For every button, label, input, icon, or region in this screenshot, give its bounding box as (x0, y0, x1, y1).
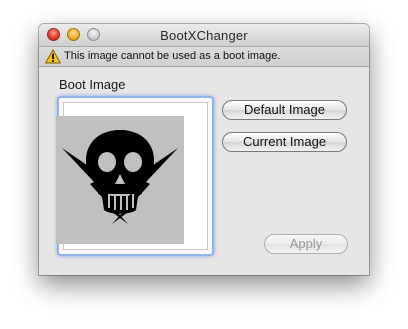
current-image-button[interactable]: Current Image (222, 132, 347, 152)
default-image-button[interactable]: Default Image (222, 100, 347, 120)
warning-icon (45, 49, 61, 64)
skull-lightning-icon (56, 116, 184, 244)
window-title: BootXChanger (160, 28, 248, 43)
apply-button[interactable]: Apply (264, 234, 348, 254)
app-window: BootXChanger This image cannot be used a… (39, 24, 369, 275)
alert-bar: This image cannot be used as a boot imag… (39, 47, 369, 67)
boot-image-label: Boot Image (59, 77, 126, 92)
alert-message: This image cannot be used as a boot imag… (64, 50, 281, 62)
title-bar[interactable]: BootXChanger (39, 24, 369, 47)
